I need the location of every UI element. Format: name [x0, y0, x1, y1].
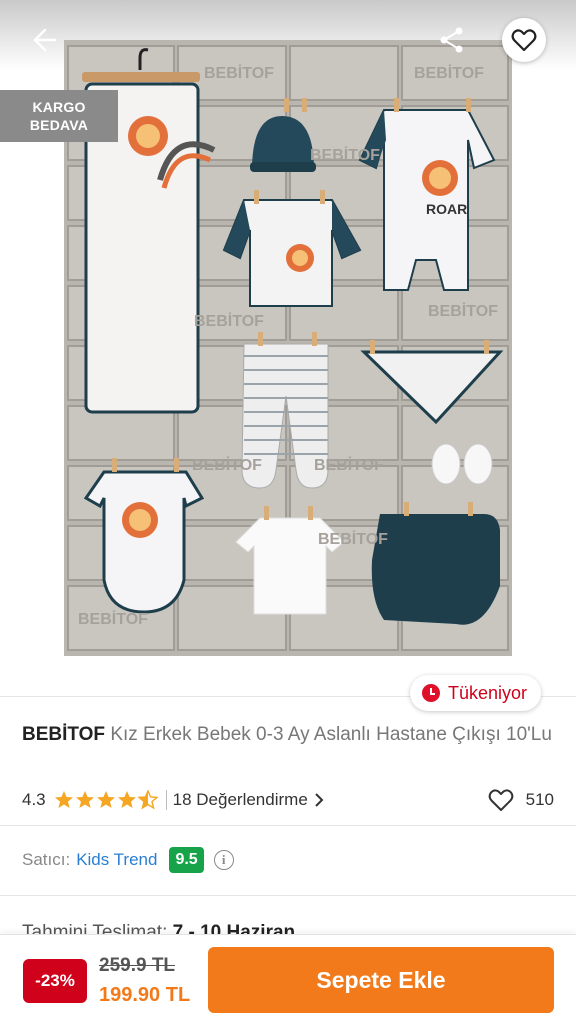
star-icon: [54, 791, 73, 808]
brand-stamp: BEBİTOF: [428, 302, 498, 320]
divider: [0, 895, 576, 896]
rating-row: 4.3 18 Değerlendirme 510: [22, 786, 554, 814]
star-icon: [117, 791, 136, 808]
low-stock-label: Tükeniyor: [448, 682, 528, 703]
seller-row: Satıcı: Kids Trend 9.5 i: [22, 845, 234, 875]
cargo-badge-line1: KARGO: [32, 99, 86, 115]
reviews-link[interactable]: 18 Değerlendirme: [173, 790, 324, 810]
heart-icon: [488, 789, 513, 811]
brand-stamp: BEBİTOF: [310, 146, 380, 164]
divider: [0, 825, 576, 826]
star-icon: [96, 791, 115, 808]
back-arrow-icon: [33, 28, 57, 52]
seller-label: Satıcı:: [22, 850, 71, 869]
brand-stamp: BEBİTOF: [318, 530, 388, 548]
star-half-icon: [137, 790, 158, 810]
brand-stamp: BEBİTOF: [192, 456, 262, 474]
chevron-right-icon: [315, 793, 324, 807]
share-icon: [440, 27, 463, 53]
reviews-label: 18 Değerlendirme: [172, 790, 308, 809]
product-photo[interactable]: ROAR BEBİTOF BEBİTOF BEBİTOF BEBİTOF BEB…: [64, 40, 512, 656]
product-title: BEBİTOF Kız Erkek Bebek 0-3 Ay Aslanlı H…: [22, 722, 558, 747]
old-price: 259.9 TL: [99, 955, 176, 976]
current-price: 199.90 TL: [99, 984, 191, 1006]
product-brand[interactable]: BEBİTOF: [22, 724, 105, 745]
clock-icon: [422, 684, 440, 702]
star-icon: [75, 791, 94, 808]
cargo-badge-line2: BEDAVA: [29, 117, 89, 133]
brand-stamp: BEBİTOF: [414, 64, 484, 82]
brand-stamp: BEBİTOF: [204, 64, 274, 82]
free-shipping-badge: KARGO BEDAVA: [0, 90, 118, 142]
favorites-count-value: 510: [525, 790, 554, 809]
seller-link[interactable]: Kids Trend: [76, 850, 157, 870]
product-image-gallery[interactable]: ROAR BEBİTOF BEBİTOF BEBİTOF BEBİTOF BEB…: [0, 0, 576, 672]
favorite-button[interactable]: [502, 18, 546, 62]
rating-value: 4.3: [22, 790, 46, 809]
bottom-purchase-bar: -23% 259.9 TL 199.90 TL Sepete Ekle: [0, 934, 576, 1024]
brand-stamp: BEBİTOF: [314, 456, 384, 474]
back-button[interactable]: [22, 18, 66, 62]
heart-icon: [511, 29, 537, 52]
separator: [165, 790, 167, 810]
product-name: Kız Erkek Bebek 0-3 Ay Aslanlı Hastane Ç…: [110, 724, 552, 745]
discount-badge: -23%: [23, 959, 87, 1003]
share-button[interactable]: [430, 18, 474, 62]
low-stock-badge: Tükeniyor: [410, 675, 542, 711]
favorites-count[interactable]: 510: [488, 788, 554, 812]
product-photo-illustration: ROAR BEBİTOF BEBİTOF BEBİTOF BEBİTOF BEB…: [64, 40, 512, 656]
brand-stamp: BEBİTOF: [194, 312, 264, 330]
rating-stars: [54, 790, 158, 810]
info-icon[interactable]: i: [213, 850, 234, 870]
roar-print-text: ROAR: [426, 201, 467, 217]
seller-score-badge: 9.5: [169, 847, 204, 873]
brand-stamp: BEBİTOF: [78, 610, 148, 628]
add-to-cart-button[interactable]: Sepete Ekle: [208, 947, 554, 1013]
